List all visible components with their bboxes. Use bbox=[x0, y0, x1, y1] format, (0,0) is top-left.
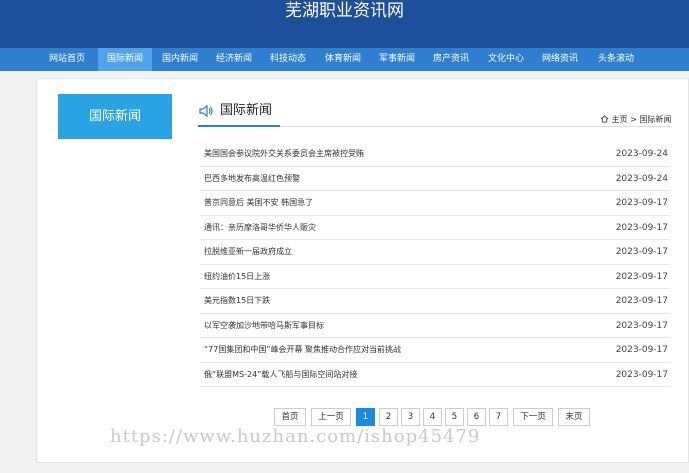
list-item[interactable]: 美国国会参议院外交关系委员会主席被控受贿 2023-09-24 bbox=[200, 142, 670, 167]
list-item[interactable]: 普京同意后 美国不安 韩国急了 2023-09-17 bbox=[200, 191, 670, 216]
nav-item-international[interactable]: 国际新闻 bbox=[98, 48, 152, 71]
nav-item-internet[interactable]: 网络资讯 bbox=[533, 48, 587, 71]
page-number-button[interactable]: 7 bbox=[489, 408, 508, 426]
article-date: 2023-09-17 bbox=[615, 247, 668, 257]
article-title[interactable]: 巴西多地发布高温红色预警 bbox=[204, 172, 300, 186]
nav-item-economy[interactable]: 经济新闻 bbox=[207, 48, 261, 71]
page-number-button[interactable]: 1 bbox=[356, 408, 375, 426]
page-next-button[interactable]: 下一页 bbox=[513, 408, 553, 426]
nav-item-domestic[interactable]: 国内新闻 bbox=[153, 48, 207, 71]
list-item[interactable]: “77国集团和中国”峰会开幕 聚焦推动合作应对当前挑战 2023-09-17 bbox=[200, 338, 670, 363]
page-last-button[interactable]: 末页 bbox=[558, 408, 590, 426]
article-title[interactable]: 通讯：亲历摩洛哥华侨华人赈灾 bbox=[204, 221, 316, 235]
list-item[interactable]: 俄“联盟MS-24”载人飞船与国际空间站对接 2023-09-17 bbox=[200, 363, 670, 387]
page-number-button[interactable]: 3 bbox=[401, 408, 420, 426]
article-title[interactable]: 美国国会参议院外交关系委员会主席被控受贿 bbox=[204, 147, 364, 161]
breadcrumb: 主页 > 国际新闻 bbox=[600, 114, 671, 126]
list-item[interactable]: 纽约油价15日上涨 2023-09-17 bbox=[200, 265, 670, 289]
list-item[interactable]: 以军空袭加沙地带哈马斯军事目标 2023-09-17 bbox=[200, 314, 670, 338]
page-number-button[interactable]: 6 bbox=[467, 408, 486, 426]
article-date: 2023-09-17 bbox=[615, 320, 668, 331]
page-prev-button[interactable]: 上一页 bbox=[311, 408, 351, 426]
main-nav: 网站首页 国际新闻 国内新闻 经济新闻 科技动态 体育新闻 军事新闻 房产资讯 … bbox=[0, 48, 689, 71]
article-title[interactable]: 俄“联盟MS-24”载人飞船与国际空间站对接 bbox=[204, 368, 357, 382]
sidebar-title[interactable]: 国际新闻 bbox=[58, 94, 172, 139]
breadcrumb-separator: > bbox=[630, 115, 637, 124]
article-title[interactable]: 纽约油价15日上涨 bbox=[204, 270, 270, 284]
list-item[interactable]: 美元指数15日下跌 2023-09-17 bbox=[200, 289, 670, 314]
article-title[interactable]: 普京同意后 美国不安 韩国急了 bbox=[204, 196, 313, 210]
article-list: 美国国会参议院外交关系委员会主席被控受贿 2023-09-24 巴西多地发布高温红… bbox=[200, 142, 670, 387]
site-title: 芜湖职业资讯网 bbox=[285, 1, 404, 21]
breadcrumb-home[interactable]: 主页 bbox=[612, 115, 628, 124]
article-title[interactable]: 以军空袭加沙地带哈马斯军事目标 bbox=[204, 319, 324, 333]
speaker-icon bbox=[199, 104, 213, 118]
article-title[interactable]: “77国集团和中国”峰会开幕 聚焦推动合作应对当前挑战 bbox=[204, 343, 401, 357]
pagination: 首页 上一页 1 2 3 4 5 6 7 下一页 末页 bbox=[0, 408, 689, 426]
nav-item-property[interactable]: 房产资讯 bbox=[424, 48, 478, 71]
article-title[interactable]: 拉脱维亚新一届政府成立 bbox=[204, 245, 292, 259]
article-date: 2023-09-17 bbox=[615, 296, 668, 306]
breadcrumb-current[interactable]: 国际新闻 bbox=[639, 115, 671, 124]
page-number-button[interactable]: 2 bbox=[379, 408, 398, 426]
article-date: 2023-09-24 bbox=[615, 173, 668, 184]
section-underline bbox=[198, 125, 280, 127]
article-date: 2023-09-17 bbox=[615, 271, 668, 282]
article-title[interactable]: 美元指数15日下跌 bbox=[204, 294, 270, 308]
article-date: 2023-09-17 bbox=[615, 198, 668, 208]
article-date: 2023-09-17 bbox=[615, 369, 668, 380]
article-date: 2023-09-24 bbox=[615, 149, 668, 159]
article-date: 2023-09-17 bbox=[615, 345, 668, 355]
nav-item-headlines[interactable]: 头条滚动 bbox=[588, 48, 644, 71]
list-item[interactable]: 拉脱维亚新一届政府成立 2023-09-17 bbox=[200, 240, 670, 265]
site-header: 芜湖职业资讯网 bbox=[0, 0, 689, 48]
nav-item-military[interactable]: 军事新闻 bbox=[370, 48, 424, 71]
page-number-button[interactable]: 4 bbox=[423, 408, 442, 426]
nav-item-tech[interactable]: 科技动态 bbox=[261, 48, 315, 71]
section-title: 国际新闻 bbox=[220, 103, 273, 118]
home-icon bbox=[600, 115, 609, 123]
page-first-button[interactable]: 首页 bbox=[274, 408, 306, 426]
list-item[interactable]: 通讯：亲历摩洛哥华侨华人赈灾 2023-09-17 bbox=[200, 216, 670, 240]
watermark: https://www.huzhan.com/ishop45479 bbox=[110, 426, 481, 447]
nav-item-culture[interactable]: 文化中心 bbox=[479, 48, 533, 71]
page-number-button[interactable]: 5 bbox=[445, 408, 464, 426]
article-date: 2023-09-17 bbox=[615, 222, 668, 233]
nav-item-sports[interactable]: 体育新闻 bbox=[316, 48, 370, 71]
nav-item-home[interactable]: 网站首页 bbox=[40, 48, 94, 71]
list-item[interactable]: 巴西多地发布高温红色预警 2023-09-24 bbox=[200, 167, 670, 191]
